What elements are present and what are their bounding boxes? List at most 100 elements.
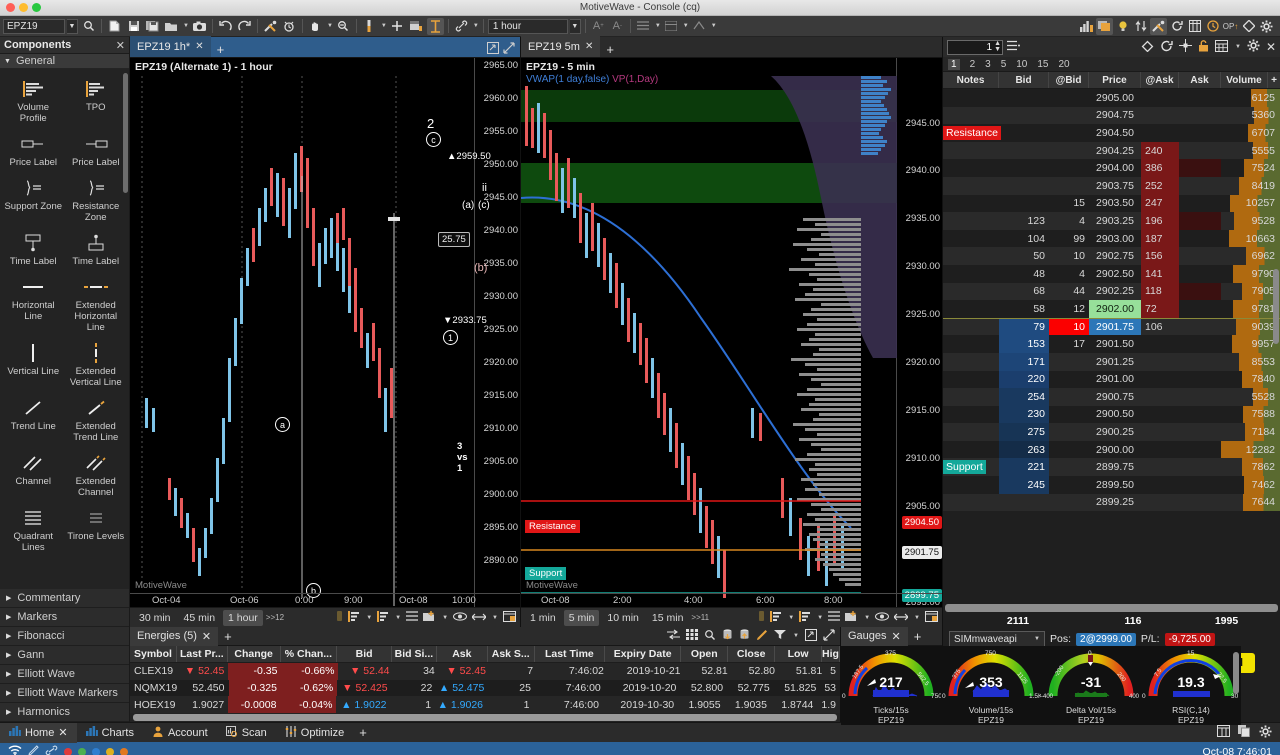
style-icon[interactable] xyxy=(691,18,708,35)
dom-row[interactable]: 153 17 2901.50 9957 xyxy=(943,335,1280,353)
tab-epz19-1h[interactable]: EPZ19 1h* ✕ xyxy=(130,36,211,57)
close-icon[interactable]: ✕ xyxy=(58,726,67,739)
col-low[interactable]: Low xyxy=(775,646,823,662)
order-flow-icon[interactable] xyxy=(1132,18,1149,35)
col-open[interactable]: Open xyxy=(681,646,729,662)
col-notes[interactable]: Notes xyxy=(943,72,999,88)
level-2[interactable]: 2 xyxy=(970,59,976,70)
tool-tpo[interactable]: TPO xyxy=(65,73,128,128)
battery-icon[interactable] xyxy=(336,610,343,625)
add-chart-tab-button[interactable]: + xyxy=(600,42,620,57)
cell-price[interactable]: 2902.50 xyxy=(1089,265,1141,283)
col-asksize[interactable]: Ask S... xyxy=(488,646,535,662)
open-folder-caret[interactable]: ▼ xyxy=(183,23,189,29)
col-close[interactable]: Close xyxy=(728,646,776,662)
cell-price[interactable]: 2902.75 xyxy=(1089,247,1141,265)
cell-price[interactable]: 2900.50 xyxy=(1089,406,1141,424)
cell-price[interactable]: 2904.00 xyxy=(1089,159,1141,177)
symbol-dropdown-arrow[interactable]: ▼ xyxy=(67,18,78,34)
col-expiry[interactable]: Expiry Date xyxy=(605,646,682,662)
tool-vertical-line[interactable]: Vertical Line xyxy=(2,337,65,392)
add-chart-tab-button[interactable]: + xyxy=(211,42,231,57)
dom-row[interactable]: 2899.25 7644 xyxy=(943,493,1280,512)
columns-toggle-icon[interactable] xyxy=(667,629,681,643)
table-row[interactable]: CLEX19 ▼ 52.45 -0.35 -0.66% ▼ 52.44 34 ▼… xyxy=(130,662,840,680)
grid-icon[interactable] xyxy=(686,629,699,643)
tool-extended-trend-line[interactable]: Extended Trend Line xyxy=(65,392,128,447)
add-study-icon[interactable] xyxy=(845,610,858,625)
col-pct[interactable]: % Chan... xyxy=(281,646,338,662)
cell-price[interactable]: 2903.50 xyxy=(1089,195,1141,213)
filter-caret[interactable]: ▼ xyxy=(793,633,799,639)
eraser-icon[interactable] xyxy=(1240,18,1257,35)
gauge-volume[interactable]: 375 750 1125 0 1.5K 353 Volume/15s EPZ19 xyxy=(941,646,1043,725)
cell-price[interactable]: 2904.50 xyxy=(1089,124,1141,142)
table-icon[interactable] xyxy=(1186,18,1203,35)
add-watchlist-tab-button[interactable]: + xyxy=(218,629,238,644)
profile-style-icon[interactable] xyxy=(799,610,811,625)
dom-row[interactable]: Support 221 2899.75 7862 xyxy=(943,458,1280,477)
add-workspace-tab-button[interactable]: + xyxy=(353,725,373,740)
cell-price[interactable]: 2901.75 xyxy=(1089,318,1141,336)
eye-icon[interactable] xyxy=(453,611,468,624)
timeframe-more[interactable]: >>12 xyxy=(266,613,284,622)
chart-alert-icon[interactable] xyxy=(1078,18,1095,35)
level-3[interactable]: 3 xyxy=(985,59,991,70)
edit-icon[interactable] xyxy=(28,745,39,755)
tool-horizontal-line[interactable]: Horizontal Line xyxy=(2,271,65,337)
align-icon[interactable] xyxy=(635,18,652,35)
opt-icon[interactable]: OP ↑ xyxy=(1222,18,1239,35)
camera-icon[interactable] xyxy=(191,18,208,35)
fit-width-icon[interactable] xyxy=(471,612,487,624)
gauges-scrollbar[interactable] xyxy=(1233,652,1239,694)
apptab-home[interactable]: Home ✕ xyxy=(0,722,77,743)
tool-resistance-zone[interactable]: Resistance Zone xyxy=(65,172,128,227)
popout-icon[interactable] xyxy=(487,42,499,57)
cell-price[interactable]: 2904.25 xyxy=(1089,142,1141,160)
col-ask[interactable]: Ask xyxy=(1179,72,1221,88)
cell-price[interactable]: 2901.25 xyxy=(1089,353,1141,371)
close-icon[interactable]: ✕ xyxy=(116,39,125,52)
tool-trend-line[interactable]: Trend Line xyxy=(2,392,65,447)
edit-icon[interactable] xyxy=(756,629,768,644)
dom-row[interactable]: 230 2900.50 7588 xyxy=(943,405,1280,424)
dom-rows[interactable]: 2905.00 6125 2904.75 5360 Resistance 290… xyxy=(943,89,1280,603)
font-increase-icon[interactable]: A + xyxy=(590,18,607,35)
tool-price-label-right[interactable]: Price Label xyxy=(65,128,128,172)
timeframe-dropdown-arrow[interactable]: ▼ xyxy=(569,18,581,34)
plus-icon[interactable] xyxy=(389,18,406,35)
link-caret[interactable]: ▼ xyxy=(473,23,479,29)
tab-epz19-5m[interactable]: EPZ19 5m ✕ xyxy=(521,36,601,57)
timeframe-5min[interactable]: 5 min xyxy=(563,609,600,626)
col-ask[interactable]: Ask xyxy=(437,646,488,662)
list-icon[interactable] xyxy=(406,611,419,624)
dom-horizontal-scrollbar[interactable] xyxy=(945,604,1278,612)
dom-row[interactable]: 2903.75 252 8419 xyxy=(943,176,1280,195)
close-icon[interactable]: ✕ xyxy=(892,630,901,643)
dom-row[interactable]: 15 2903.50 247 10257 xyxy=(943,194,1280,213)
level-10[interactable]: 10 xyxy=(1016,59,1027,70)
level-15[interactable]: 15 xyxy=(1037,59,1048,70)
account-select[interactable]: SIMmwaveapi ▼ xyxy=(949,631,1045,647)
apptab-scan[interactable]: Scan xyxy=(217,723,276,743)
general-group-header[interactable]: ▼ General xyxy=(0,54,129,69)
battery-icon[interactable] xyxy=(758,610,765,625)
col-change[interactable]: Change xyxy=(228,646,281,662)
gauge-delta-vol[interactable]: -200 0 200 -400 400 -31 Delta Vol/15s EP… xyxy=(1041,646,1141,725)
sidebar-scrollbar[interactable] xyxy=(123,73,128,193)
gear-icon[interactable] xyxy=(1259,725,1272,741)
dom-vertical-scrollbar[interactable] xyxy=(1273,269,1279,344)
export-icon[interactable] xyxy=(739,628,750,644)
chart2-canvas[interactable]: EPZ19 - 5 min VWAP(1 day,false) VP(1,Day… xyxy=(521,58,942,607)
link-icon[interactable] xyxy=(453,18,470,35)
columns-icon[interactable] xyxy=(1217,724,1230,741)
dom-row[interactable]: 275 2900.25 7184 xyxy=(943,423,1280,441)
bar-style-icon[interactable] xyxy=(770,610,782,625)
cell-price[interactable]: 2901.00 xyxy=(1089,371,1141,389)
apptab-optimize[interactable]: Optimize xyxy=(276,723,353,743)
chart1-time-axis[interactable]: Oct-04 Oct-06 0:00 9:00 Oct-08 10:00 xyxy=(130,593,520,607)
cell-price[interactable]: 2899.25 xyxy=(1089,494,1141,512)
dom-row[interactable]: 2904.25 240 5555 xyxy=(943,141,1280,160)
refresh-icon[interactable] xyxy=(1160,40,1173,55)
dom-row[interactable]: 171 2901.25 8553 xyxy=(943,352,1280,371)
